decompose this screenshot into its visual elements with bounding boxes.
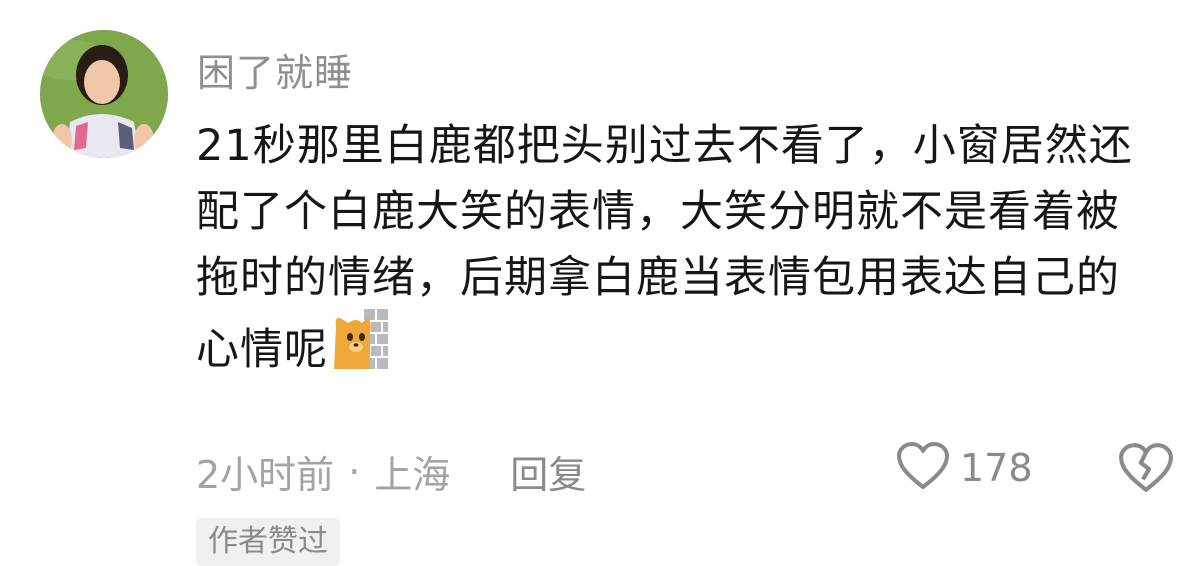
heart-icon bbox=[896, 441, 950, 495]
author-liked-badge: 作者赞过 bbox=[196, 518, 340, 566]
dislike-button[interactable] bbox=[1118, 440, 1174, 496]
location: 上海 bbox=[374, 453, 451, 497]
cat-peeking-behind-wall-icon bbox=[332, 307, 390, 390]
like-button[interactable]: 178 bbox=[896, 440, 1033, 496]
like-count: 178 bbox=[960, 446, 1033, 490]
reply-button[interactable]: 回复 bbox=[510, 444, 586, 499]
comment-meta: 2小时前 · 上海 回复 bbox=[196, 444, 586, 499]
comment-body: 21秒那里白鹿都把头别过去不看了，小窗居然还配了个白鹿大笑的表情，大笑分明就不是… bbox=[196, 113, 1156, 394]
username[interactable]: 困了就睡 bbox=[197, 42, 353, 97]
timestamp: 2小时前 bbox=[196, 453, 335, 497]
avatar[interactable] bbox=[40, 30, 168, 158]
broken-heart-icon bbox=[1118, 443, 1174, 500]
separator-dot: · bbox=[348, 449, 361, 494]
